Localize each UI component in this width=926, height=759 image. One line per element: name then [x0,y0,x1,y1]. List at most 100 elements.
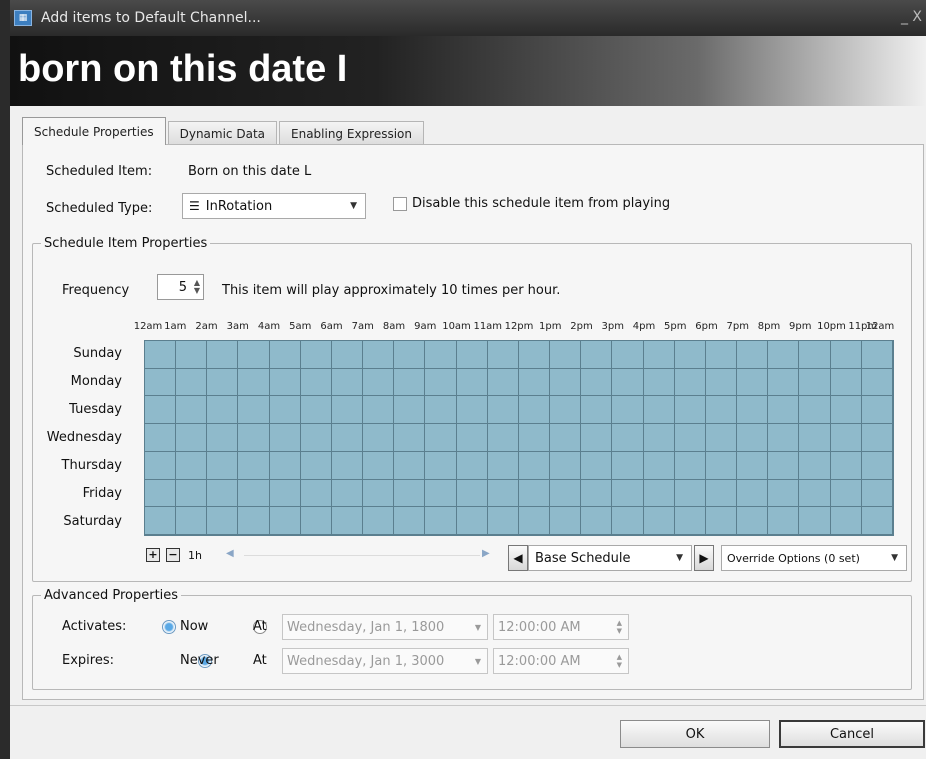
scheduled-type-dropdown[interactable]: ☰ InRotation ▼ [182,193,366,219]
schedule-cell[interactable] [861,368,893,397]
schedule-cell[interactable] [456,424,488,452]
expires-time-field[interactable]: 12:00:00 AM ▲ ▼ [493,648,629,674]
zoom-out-button[interactable]: − [166,548,180,562]
schedule-cell[interactable] [176,368,208,397]
schedule-cell[interactable] [737,396,769,425]
schedule-cell[interactable] [300,507,332,535]
schedule-cell[interactable] [830,451,862,480]
schedule-cell[interactable] [456,368,488,397]
schedule-cell[interactable] [207,451,239,480]
schedule-cell[interactable] [674,341,706,369]
schedule-cell[interactable] [487,479,519,508]
schedule-cell[interactable] [799,451,831,480]
schedule-cell[interactable] [425,424,457,452]
schedule-cell[interactable] [799,341,831,369]
schedule-cell[interactable] [238,479,270,508]
schedule-cell[interactable] [612,396,644,425]
schedule-cell[interactable] [674,507,706,535]
schedule-cell[interactable] [737,451,769,480]
schedule-cell[interactable] [674,424,706,452]
tab-enabling-expression[interactable]: Enabling Expression [279,121,425,145]
schedule-cell[interactable] [643,424,675,452]
schedule-cell[interactable] [300,396,332,425]
schedule-cell[interactable] [145,451,177,480]
schedule-cell[interactable] [581,479,613,508]
schedule-cell[interactable] [581,368,613,397]
schedule-cell[interactable] [207,479,239,508]
schedule-cell[interactable] [363,479,395,508]
spinner-arrows-icon[interactable]: ▲ ▼ [617,619,622,635]
schedule-cell[interactable] [207,507,239,535]
schedule-cell[interactable] [238,451,270,480]
schedule-cell[interactable] [238,341,270,369]
schedule-cell[interactable] [550,451,582,480]
schedule-cell[interactable] [363,451,395,480]
schedule-cell[interactable] [830,424,862,452]
schedule-cell[interactable] [394,396,426,425]
schedule-cell[interactable] [394,479,426,508]
schedule-cell[interactable] [550,507,582,535]
schedule-grid[interactable] [144,340,894,536]
schedule-cell[interactable] [550,424,582,452]
schedule-select[interactable]: Base Schedule ▼ [528,545,692,571]
schedule-cell[interactable] [768,424,800,452]
zoom-in-button[interactable]: + [146,548,160,562]
schedule-cell[interactable] [830,507,862,535]
schedule-cell[interactable] [550,479,582,508]
schedule-cell[interactable] [207,424,239,452]
schedule-cell[interactable] [331,341,364,369]
schedule-cell[interactable] [394,451,426,480]
activates-time-field[interactable]: 12:00:00 AM ▲ ▼ [493,614,629,640]
schedule-cell[interactable] [737,479,769,508]
scroll-right-icon[interactable]: ▶ [482,548,490,559]
schedule-cell[interactable] [737,368,769,397]
schedule-cell[interactable] [581,451,613,480]
schedule-cell[interactable] [269,424,301,452]
schedule-cell[interactable] [456,479,488,508]
schedule-cell[interactable] [331,479,364,508]
schedule-cell[interactable] [331,507,364,535]
schedule-cell[interactable] [145,424,177,452]
schedule-cell[interactable] [861,424,893,452]
schedule-cell[interactable] [643,507,675,535]
schedule-cell[interactable] [238,368,270,397]
schedule-cell[interactable] [705,507,738,535]
schedule-cell[interactable] [363,368,395,397]
schedule-cell[interactable] [145,341,177,369]
schedule-cell[interactable] [207,396,239,425]
schedule-cell[interactable] [518,396,551,425]
schedule-cell[interactable] [799,396,831,425]
schedule-cell[interactable] [145,507,177,535]
schedule-cell[interactable] [487,341,519,369]
schedule-cell[interactable] [487,368,519,397]
schedule-cell[interactable] [612,451,644,480]
tab-schedule-properties[interactable]: Schedule Properties [22,117,166,145]
schedule-cell[interactable] [145,368,177,397]
schedule-cell[interactable] [145,396,177,425]
ok-button[interactable]: OK [620,720,770,748]
schedule-cell[interactable] [612,341,644,369]
schedule-cell[interactable] [705,451,738,480]
schedule-cell[interactable] [674,368,706,397]
schedule-cell[interactable] [518,479,551,508]
schedule-cell[interactable] [331,451,364,480]
schedule-cell[interactable] [238,424,270,452]
schedule-cell[interactable] [674,479,706,508]
schedule-cell[interactable] [300,451,332,480]
schedule-cell[interactable] [456,507,488,535]
schedule-cell[interactable] [425,396,457,425]
schedule-cell[interactable] [300,368,332,397]
schedule-cell[interactable] [487,451,519,480]
schedule-cell[interactable] [581,396,613,425]
schedule-cell[interactable] [176,479,208,508]
schedule-cell[interactable] [300,479,332,508]
schedule-cell[interactable] [612,424,644,452]
schedule-cell[interactable] [643,341,675,369]
prev-schedule-button[interactable]: ◀ [508,545,528,571]
schedule-cell[interactable] [394,507,426,535]
schedule-cell[interactable] [269,507,301,535]
schedule-cell[interactable] [176,451,208,480]
schedule-cell[interactable] [331,396,364,425]
disable-checkbox[interactable] [393,197,407,211]
schedule-cell[interactable] [456,451,488,480]
